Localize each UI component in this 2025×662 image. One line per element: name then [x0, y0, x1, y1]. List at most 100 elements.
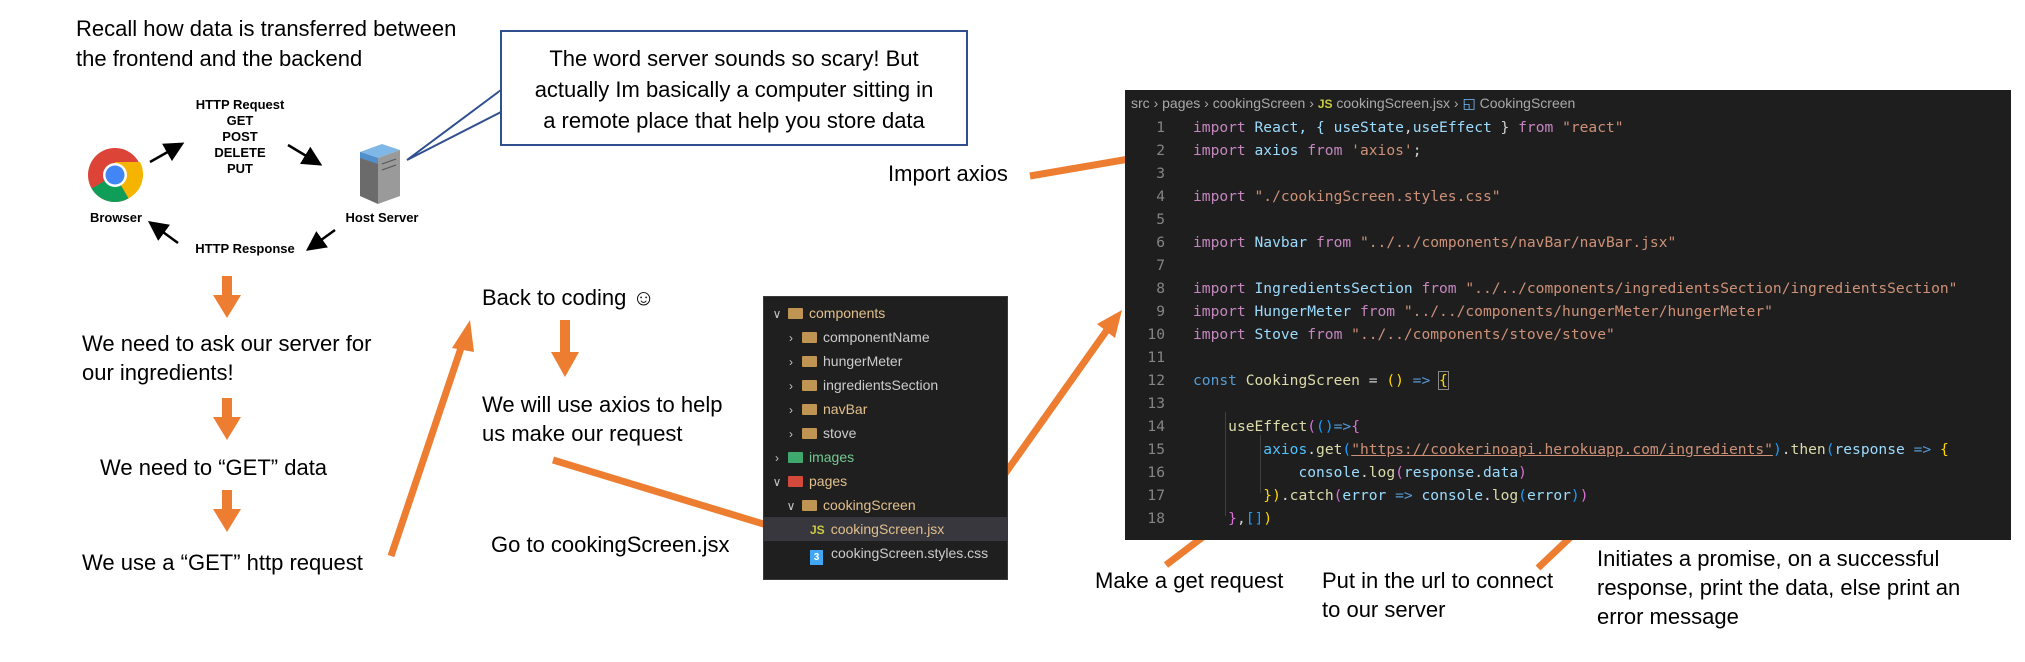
breadcrumb-file[interactable]: cookingScreen.jsx — [1336, 95, 1450, 111]
tree-item-stove[interactable]: › stove — [764, 421, 856, 445]
line-number: 1 — [1156, 119, 1165, 136]
chevron-down-icon: ∨ — [786, 499, 796, 513]
code-line-12[interactable]: 12 const CookingScreen = () => { — [1125, 369, 1449, 392]
folder-icon — [788, 476, 803, 487]
line-number: 15 — [1147, 441, 1165, 458]
http-request-title: HTTP Request — [195, 97, 285, 112]
folder-icon — [788, 452, 803, 463]
axios-help-line1: We will use axios to help — [482, 392, 723, 417]
folder-icon — [802, 428, 817, 439]
method-delete: DELETE — [214, 145, 266, 160]
response-arrow-left — [147, 221, 179, 245]
recall-text-line1: Recall how data is transferred between — [76, 16, 457, 41]
line-number: 3 — [1156, 165, 1165, 182]
chevron-down-icon: ∨ — [772, 307, 782, 321]
host-server-label: Host Server — [345, 210, 419, 225]
line-number: 2 — [1156, 142, 1165, 159]
server-callout: The word server sounds so scary! But act… — [500, 30, 968, 146]
code-line-16[interactable]: 16 console.log(response.data) — [1125, 461, 1527, 484]
tree-item-images[interactable]: › images — [764, 445, 854, 469]
line-number: 11 — [1147, 349, 1165, 366]
tree-item-pages[interactable]: ∨ pages — [764, 469, 848, 493]
request-arrow-left — [149, 142, 185, 164]
component-icon: ◱ — [1462, 95, 1476, 111]
tree-item-hungermeter[interactable]: › hungerMeter — [764, 349, 902, 373]
arrow-to-back-to-coding — [387, 320, 474, 558]
tree-item-cookingscreen[interactable]: ∨ cookingScreen — [764, 493, 916, 517]
tree-item-componentname[interactable]: › componentName — [764, 325, 930, 349]
host-server-icon — [360, 144, 400, 204]
code-line-18[interactable]: 18 },[]) — [1125, 507, 1272, 530]
code-line-4[interactable]: 4 import "./cookingScreen.styles.css" — [1125, 185, 1500, 208]
folder-icon — [802, 332, 817, 343]
tree-item-label: componentName — [823, 329, 930, 345]
callout-line3: a remote place that help you store data — [543, 108, 925, 133]
promise-text-line2: response, print the data, else print an — [1597, 575, 1961, 600]
line-number: 12 — [1147, 372, 1165, 389]
down-arrow-2 — [213, 398, 241, 440]
chevron-right-icon: › — [789, 379, 793, 393]
back-to-coding-text: Back to coding ☺ — [482, 285, 655, 310]
code-line-13[interactable]: 13 — [1125, 392, 1193, 415]
code-line-3[interactable]: 3 — [1125, 162, 1193, 185]
code-line-10[interactable]: 10 import Stove from "../../components/st… — [1125, 323, 1614, 346]
tree-item-label: cookingScreen.styles.css — [831, 545, 989, 561]
breadcrumb-component[interactable]: CookingScreen — [1480, 95, 1576, 111]
tree-item-label: images — [809, 449, 855, 465]
breadcrumb-src[interactable]: src — [1131, 95, 1150, 111]
browser-label: Browser — [89, 210, 143, 225]
code-line-7[interactable]: 7 — [1125, 254, 1193, 277]
recall-text-line2: the frontend and the backend — [76, 46, 363, 71]
code-line-5[interactable]: 5 — [1125, 208, 1193, 231]
breadcrumb: src › pages › cookingScreen › JS cooking… — [1125, 90, 2011, 116]
code-line-15[interactable]: 15 axios.get("https://cookerinoapi.herok… — [1125, 438, 1948, 461]
line-number: 14 — [1147, 418, 1165, 435]
code-line-17[interactable]: 17 }).catch(error => console.log(error)) — [1125, 484, 1588, 507]
code-line-1[interactable]: 1 import React, { useState,useEffect } fr… — [1125, 116, 1623, 139]
tree-item-label: navBar — [823, 401, 868, 417]
tree-item-cookingscreen-css[interactable]: 3 cookingScreen.styles.css — [764, 541, 988, 565]
code-line-9[interactable]: 9 import HungerMeter from "../../componen… — [1125, 300, 1773, 323]
chevron-right-icon: › — [1153, 95, 1163, 111]
method-put: PUT — [227, 161, 253, 176]
tree-item-ingredientssection[interactable]: › ingredientsSection — [764, 373, 938, 397]
tree-item-cookingscreen-jsx[interactable]: JS cookingScreen.jsx — [764, 517, 1007, 541]
http-request-label: HTTP Request GET POST DELETE PUT — [190, 97, 290, 177]
down-arrow-1 — [213, 276, 241, 318]
js-file-icon: JS — [1317, 97, 1333, 111]
method-post: POST — [222, 129, 258, 144]
tree-item-label: pages — [809, 473, 848, 489]
down-arrow-3 — [213, 490, 241, 532]
line-number: 9 — [1156, 303, 1165, 320]
code-line-2[interactable]: 2 import axios from 'axios'; — [1125, 139, 1421, 162]
js-file-icon: JS — [810, 523, 825, 537]
chevron-right-icon: › — [775, 451, 779, 465]
tree-item-components[interactable]: ∨ components — [764, 301, 886, 325]
breadcrumb-cookingscreen[interactable]: cookingScreen — [1213, 95, 1306, 111]
line-number: 18 — [1147, 510, 1165, 527]
chevron-down-icon: ∨ — [772, 475, 782, 489]
code-line-6[interactable]: 6 import Navbar from "../../components/na… — [1125, 231, 1676, 254]
make-get-request-text: Make a get request — [1095, 568, 1284, 593]
code-line-8[interactable]: 8 import IngredientsSection from "../../c… — [1125, 277, 1957, 300]
line-number: 7 — [1156, 257, 1165, 274]
code-editor: src › pages › cookingScreen › JS cooking… — [1125, 90, 2011, 540]
folder-icon — [802, 404, 817, 415]
chevron-right-icon: › — [789, 355, 793, 369]
response-arrow-right — [305, 228, 336, 251]
breadcrumb-pages[interactable]: pages — [1162, 95, 1200, 111]
tree-item-label: hungerMeter — [823, 353, 903, 369]
tree-item-navbar[interactable]: › navBar — [764, 397, 867, 421]
tree-item-label: ingredientsSection — [823, 377, 939, 393]
code-line-11[interactable]: 11 — [1125, 346, 1193, 369]
goto-file-text: Go to cookingScreen.jsx — [491, 532, 730, 557]
chevron-right-icon: › — [789, 403, 793, 417]
code-line-14[interactable]: 14 useEffect(()=>{ — [1125, 415, 1360, 438]
chrome-browser-icon — [88, 148, 144, 203]
get-data-text: We need to “GET” data — [100, 455, 328, 480]
css-file-icon: 3 — [810, 550, 823, 565]
chevron-right-icon: › — [1204, 95, 1213, 111]
line-number: 10 — [1147, 326, 1165, 343]
callout-line2: actually Im basically a computer sitting… — [534, 77, 934, 102]
line-number: 5 — [1156, 211, 1165, 228]
